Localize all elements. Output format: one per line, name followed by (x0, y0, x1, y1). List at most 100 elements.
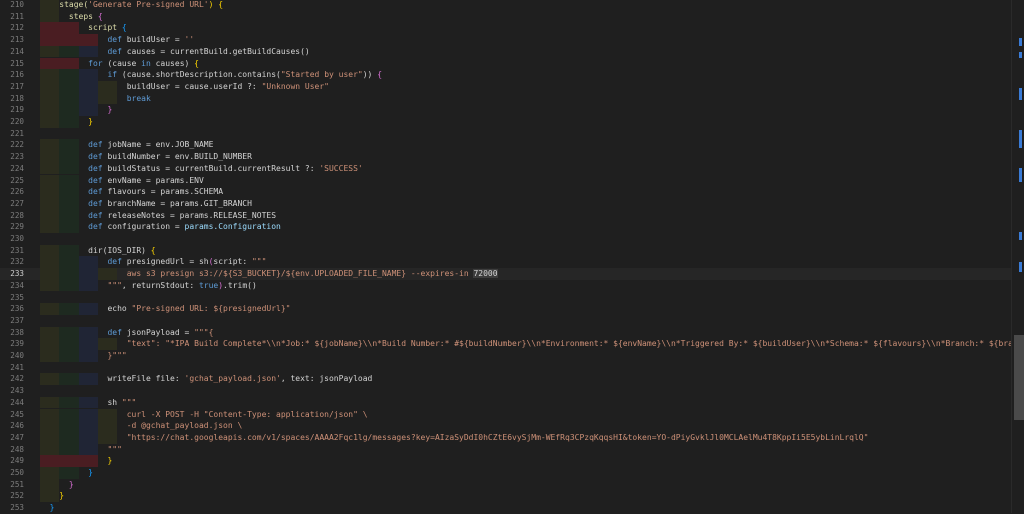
code-line[interactable]: 221 (0, 128, 1012, 140)
code-line[interactable]: 224 def buildStatus = currentBuild.curre… (0, 162, 1012, 175)
code-line[interactable]: 249 } (0, 455, 1012, 467)
code-line[interactable]: 241 (0, 362, 1012, 374)
code-line[interactable]: 250 } (0, 467, 1012, 479)
code-line[interactable]: 222 def jobName = env.JOB_NAME (0, 139, 1012, 152)
code-line[interactable]: 229 def configuration = params.Configura… (0, 221, 1012, 233)
code-line[interactable]: 227 def branchName = params.GIT_BRANCH (0, 197, 1012, 210)
code-line[interactable]: 214 def causes = currentBuild.getBuildCa… (0, 45, 1012, 58)
code-line[interactable]: 247 "https://chat.googleapis.com/v1/spac… (0, 431, 1012, 444)
scrollbar-marker (1019, 38, 1022, 46)
code-text: } (40, 116, 1012, 128)
code-token: jobName = env.JOB_NAME (107, 140, 214, 150)
code-line[interactable]: 217 buildUser = cause.userId ?: "Unknown… (0, 80, 1012, 93)
code-line[interactable]: 252 } (0, 490, 1012, 503)
code-token: { (150, 245, 156, 255)
code-token: def (88, 210, 108, 220)
code-token: def (88, 222, 108, 232)
code-line[interactable]: 228 def releaseNotes = params.RELEASE_NO… (0, 209, 1012, 222)
code-line[interactable]: 211 steps { (0, 10, 1012, 23)
code-line[interactable]: 232 def presignedUrl = sh(script: """ (0, 256, 1012, 269)
code-token: buildUser = cause.userId ?: (126, 81, 262, 91)
code-line[interactable]: 230 (0, 233, 1012, 245)
code-line[interactable]: 231 dir(IOS_DIR) { (0, 244, 1012, 257)
line-number: 232 (10, 257, 24, 267)
code-token: configuration = (107, 222, 185, 232)
code-text: if (cause.shortDescription.contains("Sta… (40, 69, 1012, 81)
code-token: )) (362, 70, 378, 80)
code-text: buildUser = cause.userId ?: "Unknown Use… (40, 81, 1012, 93)
line-number: 252 (10, 491, 24, 501)
scrollbar-thumb[interactable] (1014, 335, 1024, 420)
code-text: def flavours = params.SCHEMA (40, 186, 1012, 198)
code-text: "https://chat.googleapis.com/v1/spaces/A… (40, 432, 1012, 444)
code-text: def jsonPayload = """{ (40, 327, 1012, 339)
code-text: sh """ (40, 397, 1012, 409)
editor-scrollbar[interactable] (1011, 0, 1024, 513)
code-line[interactable]: 212 script { (0, 22, 1012, 35)
line-number: 217 (10, 81, 24, 91)
code-line[interactable]: 242 writeFile file: 'gchat_payload.json'… (0, 373, 1012, 386)
code-line[interactable]: 236 echo "Pre-signed URL: ${presignedUrl… (0, 303, 1012, 315)
line-number: 240 (10, 351, 24, 360)
code-token: def (107, 35, 127, 45)
code-line[interactable]: 245 curl -X POST -H "Content-Type: appli… (0, 408, 1012, 421)
code-line[interactable]: 218 break (0, 92, 1012, 105)
code-line[interactable]: 210 stage('Generate Pre-signed URL') { (0, 0, 1012, 11)
code-token: "Started by user" (280, 70, 363, 80)
code-line[interactable]: 216 if (cause.shortDescription.contains(… (0, 69, 1012, 81)
code-line[interactable]: 223 def buildNumber = env.BUILD_NUMBER (0, 151, 1012, 163)
code-line[interactable]: 253 } (0, 502, 1012, 514)
code-line[interactable]: 238 def jsonPayload = """{ (0, 326, 1012, 339)
code-text: def presignedUrl = sh(script: """ (40, 256, 1012, 268)
code-line[interactable]: 233 aws s3 presign s3://${S3_BUCKET}/${e… (0, 268, 1012, 280)
code-line[interactable]: 225 def envName = params.ENV (0, 174, 1012, 187)
code-line[interactable]: 237 (0, 315, 1012, 327)
code-token: causes) (155, 58, 195, 68)
code-line[interactable]: 226 def flavours = params.SCHEMA (0, 186, 1012, 198)
code-token: } (107, 456, 113, 466)
line-number: 225 (10, 175, 24, 185)
code-line[interactable]: 234 """, returnStdout: true).trim() (0, 279, 1012, 292)
code-text: echo "Pre-signed URL: ${presignedUrl}" (40, 303, 1012, 315)
code-token: (cause (107, 58, 142, 68)
code-line[interactable]: 235 (0, 292, 1012, 304)
code-token: params.Configuration (184, 222, 281, 232)
code-token: 'SUCCESS' (319, 163, 363, 173)
line-number: 242 (10, 374, 24, 384)
code-token: def (107, 46, 127, 56)
code-line[interactable]: 240 }""" (0, 350, 1012, 362)
code-line[interactable]: 246 -d @gchat_payload.json \ (0, 420, 1012, 432)
code-token: writeFile file: (107, 374, 185, 384)
line-number: 235 (10, 292, 24, 302)
code-token: curl -X POST -H "Content-Type: applicati… (126, 409, 368, 419)
line-number: 233 (10, 269, 24, 279)
code-line[interactable]: 220 } (0, 116, 1012, 128)
code-line[interactable]: 248 """ (0, 443, 1012, 456)
code-line[interactable]: 239 "text": "*IPA Build Complete*\\n*Job… (0, 338, 1012, 350)
code-line[interactable]: 213 def buildUser = '' (0, 34, 1012, 46)
code-line[interactable]: 244 sh """ (0, 396, 1012, 409)
code-editor[interactable]: 210 stage('Generate Pre-signed URL') {21… (0, 0, 1024, 513)
code-token: -d @gchat_payload.json \ (126, 421, 243, 431)
code-line[interactable]: 243 (0, 385, 1012, 397)
code-text: break (40, 93, 1012, 105)
code-token: { (194, 58, 199, 68)
code-line[interactable]: 251 } (0, 478, 1012, 491)
code-line[interactable]: 219 } (0, 104, 1012, 116)
code-line[interactable]: 215 for (cause in causes) { (0, 57, 1012, 70)
